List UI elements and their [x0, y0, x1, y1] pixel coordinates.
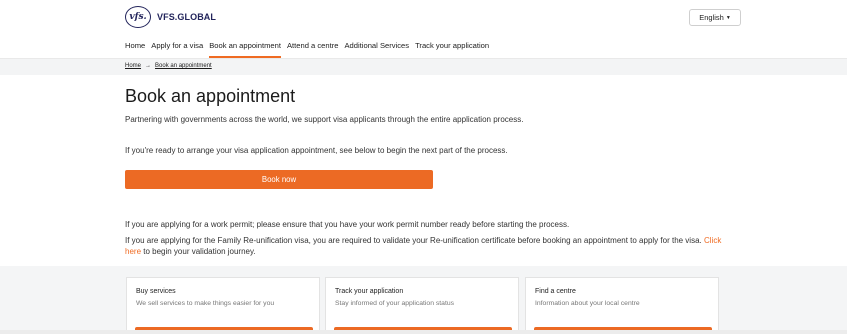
logo-mark: vfs. — [129, 12, 147, 22]
card-title: Track your application — [335, 288, 404, 295]
nav-home[interactable]: Home — [125, 40, 145, 58]
nav-apply-for-a-visa[interactable]: Apply for a visa — [151, 40, 203, 58]
logo-text[interactable]: VFS.GLOBAL — [157, 12, 216, 22]
nav-book-an-appointment[interactable]: Book an appointment — [209, 40, 281, 58]
language-selector[interactable]: English ▼ — [689, 9, 741, 26]
card-title: Buy services — [136, 288, 176, 295]
nav-attend-a-centre[interactable]: Attend a centre — [287, 40, 339, 58]
language-label: English — [699, 13, 724, 22]
breadcrumb-current-link[interactable]: Book an appointment — [155, 63, 212, 69]
book-now-button[interactable]: Book now — [125, 170, 433, 189]
nav-track-your-application[interactable]: Track your application — [415, 40, 489, 58]
intro-text: Partnering with governments across the w… — [125, 115, 524, 124]
family-text-pre: If you are applying for the Family Re-un… — [125, 236, 704, 245]
vfs-logo-icon[interactable]: vfs. — [125, 6, 151, 28]
work-permit-text: If you are applying for a work permit; p… — [125, 220, 570, 229]
page-bottom-divider — [0, 330, 847, 334]
breadcrumb-home-link[interactable]: Home — [125, 63, 141, 69]
nav-additional-services[interactable]: Additional Services — [344, 40, 409, 58]
card-description: Information about your local centre — [535, 300, 640, 307]
page-title: Book an appointment — [125, 86, 296, 106]
breadcrumb: Home → Book an appointment — [125, 63, 212, 69]
card-description: Stay informed of your application status — [335, 300, 455, 307]
buy-services-card: Buy services We sell services to make th… — [126, 277, 320, 334]
card-description: We sell services to make things easier f… — [136, 300, 275, 307]
main-nav: Home Apply for a visa Book an appointmen… — [125, 40, 495, 58]
site-header: vfs. VFS.GLOBAL English ▼ Home Apply for… — [0, 0, 847, 58]
family-text-post: to begin your validation journey. — [141, 247, 256, 256]
find-centre-card: Find a centre Information about your loc… — [525, 277, 719, 334]
card-title: Find a centre — [535, 288, 576, 295]
family-reunification-text: If you are applying for the Family Re-un… — [125, 235, 725, 257]
track-application-card: Track your application Stay informed of … — [325, 277, 519, 334]
ready-text: If you're ready to arrange your visa app… — [125, 146, 508, 155]
arrow-right-icon: → — [145, 63, 152, 69]
caret-down-icon: ▼ — [725, 14, 731, 21]
